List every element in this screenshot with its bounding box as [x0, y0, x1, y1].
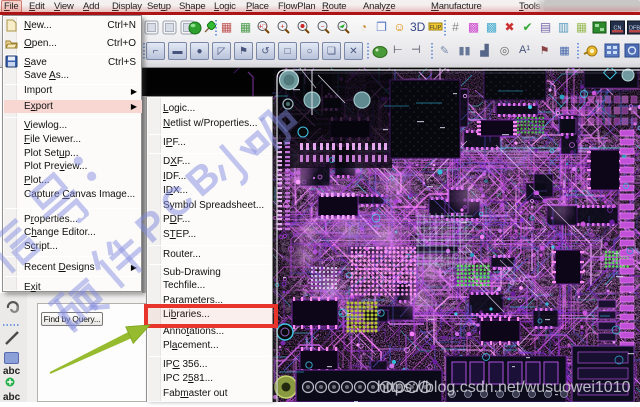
svg-text:FLIP: FLIP	[430, 25, 442, 31]
svg-text:+: +	[280, 23, 284, 30]
svg-text:−: −	[320, 23, 324, 30]
svg-text:+□: +□	[258, 23, 267, 30]
